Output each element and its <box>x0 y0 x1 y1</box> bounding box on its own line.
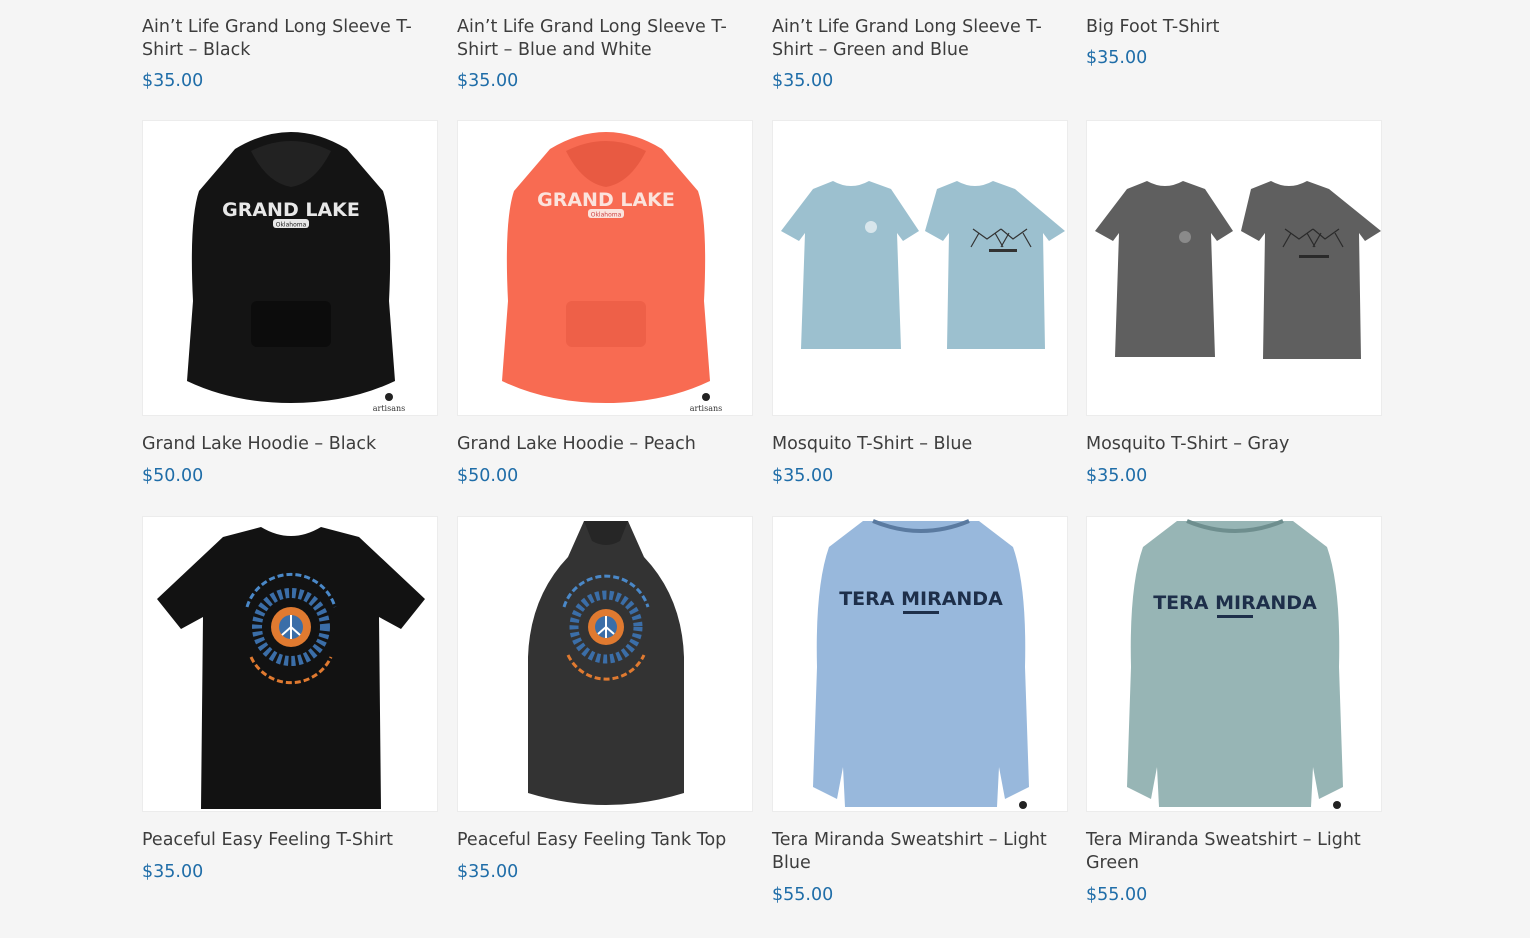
product-image-link[interactable]: GRAND LAKE Oklahoma artisans <box>142 120 438 416</box>
sweatshirt-image: TERA MIRANDA <box>813 519 1029 809</box>
product-price: $35.00 <box>457 71 519 91</box>
tshirt-image <box>157 527 425 809</box>
product-title-link[interactable]: Ain’t Life Grand Long Sleeve T-Shirt – G… <box>772 16 1072 62</box>
tshirt-image <box>781 181 1065 349</box>
hoodie-image: GRAND LAKE Oklahoma artisans <box>502 132 723 413</box>
product-price: $35.00 <box>772 71 834 91</box>
product-price: $35.00 <box>457 862 519 882</box>
product-price: $50.00 <box>142 466 204 486</box>
product-card: Mosquito T-Shirt – Blue $35.00 <box>772 120 1068 488</box>
sweatshirt-image: TERA MIRANDA <box>1127 519 1343 809</box>
svg-text:TERA MIRANDA: TERA MIRANDA <box>839 588 1003 610</box>
product-image-link[interactable] <box>772 120 1068 416</box>
tshirt-image <box>1095 181 1381 359</box>
svg-text:artisans: artisans <box>373 404 406 413</box>
product-price: $55.00 <box>1086 885 1148 905</box>
svg-text:GRAND LAKE: GRAND LAKE <box>222 199 360 221</box>
product-title-link[interactable]: Ain’t Life Grand Long Sleeve T-Shirt – B… <box>457 16 757 62</box>
product-image-link[interactable]: TERA MIRANDA <box>772 516 1068 812</box>
product-price: $50.00 <box>457 466 519 486</box>
product-card: TERA MIRANDA Tera Miranda Sweatshirt – L… <box>772 516 1068 907</box>
tank-top-image <box>528 521 684 805</box>
product-card: GRAND LAKE Oklahoma artisans Grand Lake … <box>142 120 438 488</box>
product-price: $35.00 <box>142 862 204 882</box>
product-title-link[interactable]: Tera Miranda Sweatshirt – Light Blue <box>772 829 1068 875</box>
svg-text:GRAND LAKE: GRAND LAKE <box>537 189 675 211</box>
product-card: GRAND LAKE Oklahoma artisans Grand Lake … <box>457 120 753 488</box>
product-image-link[interactable]: GRAND LAKE Oklahoma artisans <box>457 120 753 416</box>
product-image-link[interactable]: TERA MIRANDA <box>1086 516 1382 812</box>
product-card: Peaceful Easy Feeling Tank Top $35.00 <box>457 516 753 884</box>
product-title-link[interactable]: Ain’t Life Grand Long Sleeve T-Shirt – B… <box>142 16 442 62</box>
product-card: Peaceful Easy Feeling T-Shirt $35.00 <box>142 516 438 884</box>
product-title-link[interactable]: Peaceful Easy Feeling Tank Top <box>457 829 753 852</box>
product-title-link[interactable]: Peaceful Easy Feeling T-Shirt <box>142 829 438 852</box>
product-title-link[interactable]: Mosquito T-Shirt – Blue <box>772 433 1068 456</box>
svg-text:TERA MIRANDA: TERA MIRANDA <box>1153 592 1317 614</box>
svg-text:Oklahoma: Oklahoma <box>276 222 307 229</box>
product-price: $35.00 <box>772 466 834 486</box>
product-price: $35.00 <box>1086 466 1148 486</box>
product-price: $35.00 <box>142 71 204 91</box>
svg-text:Oklahoma: Oklahoma <box>591 212 622 219</box>
product-card: Mosquito T-Shirt – Gray $35.00 <box>1086 120 1382 488</box>
product-card: TERA MIRANDA Tera Miranda Sweatshirt – L… <box>1086 516 1382 907</box>
product-image-link[interactable] <box>142 516 438 812</box>
product-title-link[interactable]: Mosquito T-Shirt – Gray <box>1086 433 1382 456</box>
svg-text:artisans: artisans <box>690 404 723 413</box>
product-price: $55.00 <box>772 885 834 905</box>
hoodie-image: GRAND LAKE Oklahoma artisans <box>187 132 406 413</box>
product-title-link[interactable]: Grand Lake Hoodie – Peach <box>457 433 753 456</box>
product-title-link[interactable]: Tera Miranda Sweatshirt – Light Green <box>1086 829 1382 875</box>
product-title-link[interactable]: Grand Lake Hoodie – Black <box>142 433 438 456</box>
product-image-link[interactable] <box>457 516 753 812</box>
product-price: $35.00 <box>1086 48 1148 68</box>
product-image-link[interactable] <box>1086 120 1382 416</box>
product-title-link[interactable]: Big Foot T-Shirt <box>1086 16 1386 39</box>
